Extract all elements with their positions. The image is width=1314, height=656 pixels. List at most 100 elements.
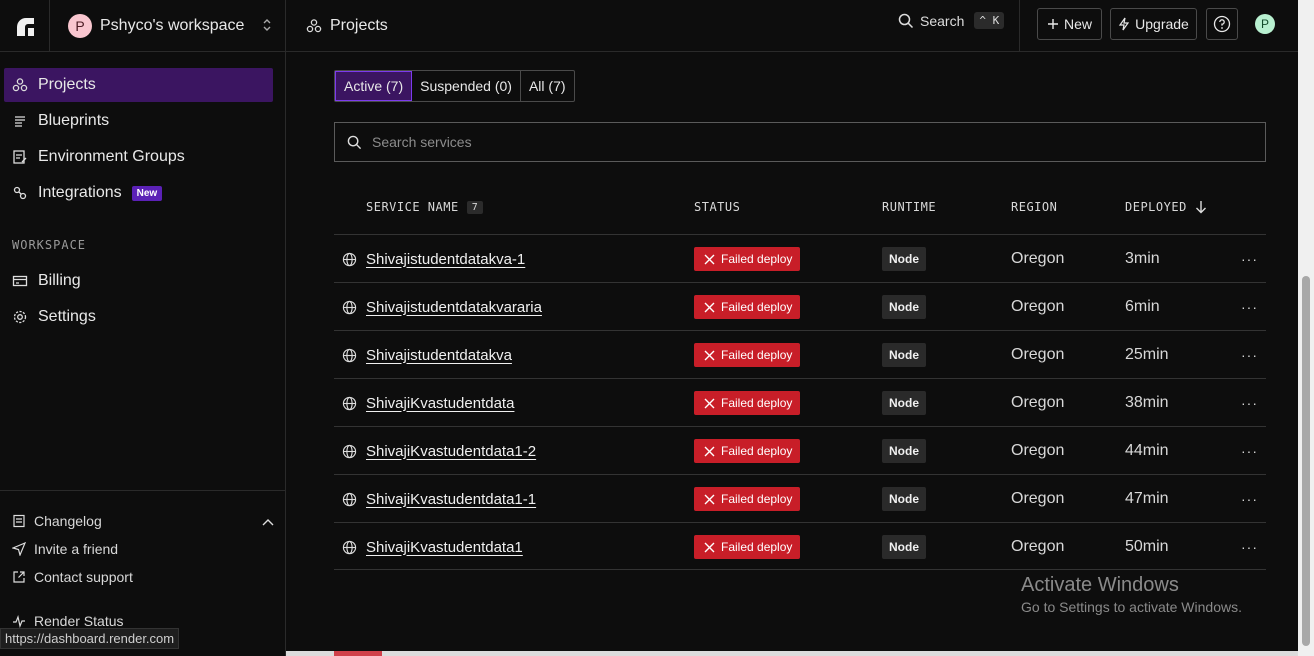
sidebar-item-billing[interactable]: Billing bbox=[4, 264, 273, 298]
horizontal-scrollbar[interactable] bbox=[286, 651, 1298, 656]
workspace-avatar: P bbox=[68, 13, 92, 38]
runtime-badge: Node bbox=[882, 247, 926, 271]
runtime-cell: Node bbox=[882, 379, 926, 427]
status-label: Failed deploy bbox=[721, 444, 793, 458]
runtime-badge: Node bbox=[882, 295, 926, 319]
service-name-cell: ShivajiKvastudentdata1-1 bbox=[342, 475, 536, 523]
search-icon bbox=[347, 135, 362, 149]
table-row[interactable]: ShivajiKvastudentdata Failed deploy Node… bbox=[334, 378, 1266, 426]
invite-friend-link[interactable]: Invite a friend bbox=[12, 539, 118, 559]
user-avatar[interactable]: P bbox=[1255, 14, 1275, 34]
breadcrumb-projects[interactable]: Projects bbox=[330, 17, 388, 35]
table-row[interactable]: Shivajistudentdatakva Failed deploy Node… bbox=[334, 330, 1266, 378]
more-actions-button[interactable]: ··· bbox=[1241, 283, 1258, 331]
new-button[interactable]: New bbox=[1037, 8, 1102, 40]
close-icon bbox=[704, 254, 715, 264]
service-name-cell: Shivajistudentdatakva bbox=[342, 331, 512, 379]
more-actions-button[interactable]: ··· bbox=[1241, 379, 1258, 427]
table-row[interactable]: Shivajistudentdatakvararia Failed deploy… bbox=[334, 282, 1266, 330]
search-icon bbox=[898, 13, 914, 28]
status-badge[interactable]: Failed deploy bbox=[694, 535, 801, 559]
chevron-up-icon[interactable] bbox=[262, 513, 274, 529]
more-actions-button[interactable]: ··· bbox=[1241, 427, 1258, 475]
region-cell: Oregon bbox=[1011, 538, 1065, 555]
table-row[interactable]: Shivajistudentdatakva-1 Failed deploy No… bbox=[334, 234, 1266, 282]
changelog-link[interactable]: Changelog bbox=[12, 511, 274, 531]
sidebar-item-label: Billing bbox=[38, 272, 81, 289]
blueprints-icon bbox=[15, 116, 25, 127]
workspace-name: Pshyco's workspace bbox=[100, 16, 245, 34]
env-groups-icon bbox=[13, 150, 27, 164]
service-name-link[interactable]: Shivajistudentdatakva-1 bbox=[366, 251, 525, 268]
sidebar-divider bbox=[0, 490, 285, 491]
sidebar-item-label: Settings bbox=[38, 308, 96, 325]
column-status[interactable]: STATUS bbox=[694, 200, 740, 214]
column-deployed[interactable]: DEPLOYED bbox=[1125, 200, 1207, 214]
status-badge[interactable]: Failed deploy bbox=[694, 343, 801, 367]
watermark-title: Activate Windows bbox=[1021, 574, 1179, 596]
tab-all[interactable]: All (7) bbox=[521, 71, 574, 101]
runtime-cell: Node bbox=[882, 331, 926, 379]
global-search-button[interactable]: Search ^ K bbox=[898, 12, 1005, 29]
tab-suspended[interactable]: Suspended (0) bbox=[412, 71, 521, 101]
scrollbar-thumb[interactable] bbox=[1302, 276, 1310, 646]
sidebar-item-projects[interactable]: Projects bbox=[4, 68, 273, 102]
support-label: Contact support bbox=[34, 569, 133, 585]
sidebar-item-integrations[interactable]: Integrations New bbox=[4, 176, 273, 210]
service-name-link[interactable]: ShivajiKvastudentdata1 bbox=[366, 539, 523, 556]
service-name-link[interactable]: ShivajiKvastudentdata1-2 bbox=[366, 443, 536, 460]
vertical-scrollbar[interactable] bbox=[1298, 0, 1314, 656]
globe-icon bbox=[342, 492, 357, 506]
search-services-input[interactable] bbox=[372, 134, 1172, 150]
status-badge[interactable]: Failed deploy bbox=[694, 439, 801, 463]
workspace-switcher[interactable]: P Pshyco's workspace bbox=[50, 0, 286, 52]
projects-icon bbox=[12, 78, 28, 92]
scroll-indicator bbox=[334, 651, 382, 656]
sidebar-item-blueprints[interactable]: Blueprints bbox=[4, 104, 273, 138]
table-row[interactable]: ShivajiKvastudentdata1-2 Failed deploy N… bbox=[334, 426, 1266, 474]
sidebar-item-environment-groups[interactable]: Environment Groups bbox=[4, 140, 273, 174]
more-actions-button[interactable]: ··· bbox=[1241, 235, 1258, 283]
activate-windows-watermark: Activate Windows Go to Settings to activ… bbox=[1021, 574, 1242, 615]
upgrade-button[interactable]: Upgrade bbox=[1110, 8, 1197, 40]
column-service-name[interactable]: SERVICE NAME 7 bbox=[366, 200, 484, 214]
service-name-link[interactable]: Shivajistudentdatakva bbox=[366, 347, 512, 364]
help-button[interactable] bbox=[1206, 8, 1238, 40]
integrations-icon bbox=[13, 186, 27, 200]
service-name-link[interactable]: ShivajiKvastudentdata1-1 bbox=[366, 491, 536, 508]
status-badge[interactable]: Failed deploy bbox=[694, 487, 801, 511]
sidebar-item-settings[interactable]: Settings bbox=[4, 300, 273, 334]
deployed-cell: 50min bbox=[1125, 538, 1169, 555]
runtime-badge: Node bbox=[882, 439, 926, 463]
tab-active[interactable]: Active (7) bbox=[335, 71, 413, 101]
globe-icon bbox=[342, 444, 357, 458]
status-badge[interactable]: Failed deploy bbox=[694, 391, 801, 415]
new-badge: New bbox=[131, 185, 163, 201]
more-actions-button[interactable]: ··· bbox=[1241, 475, 1258, 523]
service-name-link[interactable]: ShivajiKvastudentdata bbox=[366, 395, 514, 412]
region-cell: Oregon bbox=[1011, 490, 1065, 507]
service-name-link[interactable]: Shivajistudentdatakvararia bbox=[366, 299, 542, 316]
billing-icon bbox=[12, 275, 28, 287]
table-row[interactable]: ShivajiKvastudentdata1 Failed deploy Nod… bbox=[334, 522, 1266, 570]
help-icon bbox=[1213, 15, 1231, 33]
breadcrumb: Projects bbox=[286, 17, 388, 35]
more-actions-button[interactable]: ··· bbox=[1241, 331, 1258, 379]
deployed-cell: 3min bbox=[1125, 250, 1160, 267]
status-badge[interactable]: Failed deploy bbox=[694, 295, 801, 319]
url-tooltip: https://dashboard.render.com bbox=[0, 628, 180, 649]
runtime-badge: Node bbox=[882, 343, 926, 367]
deployed-cell: 38min bbox=[1125, 394, 1169, 411]
table-header: SERVICE NAME 7 STATUS RUNTIME REGION DEP… bbox=[334, 200, 1266, 220]
status-label: Render Status bbox=[34, 613, 124, 629]
status-badge[interactable]: Failed deploy bbox=[694, 247, 801, 271]
upgrade-label: Upgrade bbox=[1135, 16, 1189, 32]
more-actions-button[interactable]: ··· bbox=[1241, 523, 1258, 571]
column-runtime[interactable]: RUNTIME bbox=[882, 200, 936, 214]
column-region[interactable]: REGION bbox=[1011, 200, 1057, 214]
render-logo[interactable] bbox=[0, 0, 50, 52]
table-row[interactable]: ShivajiKvastudentdata1-1 Failed deploy N… bbox=[334, 474, 1266, 522]
watermark-subtitle: Go to Settings to activate Windows. bbox=[1021, 599, 1242, 615]
contact-support-link[interactable]: Contact support bbox=[12, 567, 133, 587]
pulse-icon bbox=[13, 614, 25, 628]
